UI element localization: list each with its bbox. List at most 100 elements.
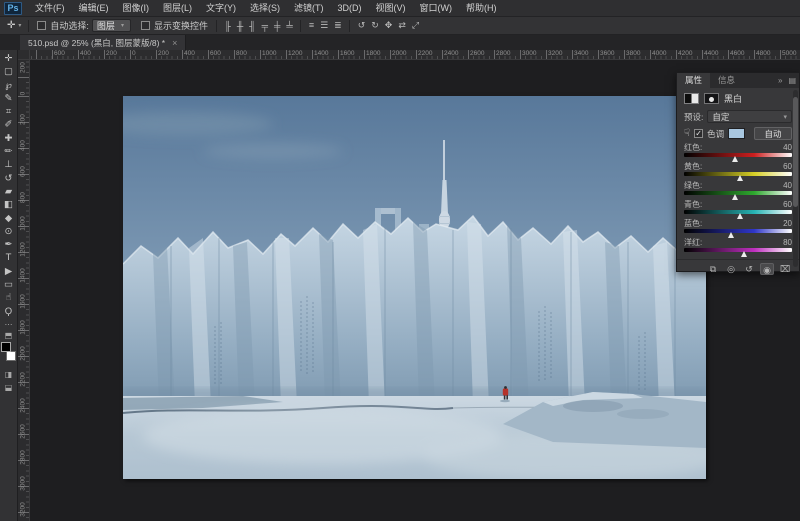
targeted-adjustment-icon[interactable]: ☟ [684, 128, 690, 139]
lasso-tool[interactable]: ℘ [1, 79, 17, 92]
3d-slide-icon[interactable]: ⇄ [396, 20, 409, 31]
ruler-label: 3200 [19, 502, 27, 517]
slider-label: 青色: [684, 200, 703, 209]
panel-tab-bar: 属性 信息 » ▤ [677, 73, 799, 88]
align-vertical-centers-icon[interactable]: ╪ [272, 21, 283, 31]
background-color-swatch[interactable] [5, 350, 16, 361]
slider-track[interactable] [684, 190, 792, 200]
show-transform-checkbox[interactable] [140, 21, 150, 30]
edit-toolbar-icon[interactable]: ⋯ [1, 318, 17, 329]
menu-item-2[interactable]: 图像(I) [116, 0, 157, 17]
3d-rotate-icon[interactable]: ↺ [355, 20, 368, 31]
slider-2: 绿色: 40 [684, 181, 792, 200]
divider [215, 19, 217, 32]
slider-label: 绿色: [684, 181, 703, 190]
tab-properties[interactable]: 属性 [677, 73, 711, 88]
preset-dropdown[interactable]: 自定 ▾ [707, 110, 792, 123]
tool-preset-caret-icon[interactable]: ▾ [18, 22, 21, 29]
marquee-tool[interactable]: ▢ [1, 65, 17, 78]
align-horizontal-centers-icon[interactable]: ╫ [234, 21, 245, 31]
color-swatches[interactable] [0, 341, 17, 364]
document-canvas[interactable] [123, 96, 706, 479]
pen-tool[interactable]: ✒ [1, 238, 17, 251]
preset-value: 自定 [712, 111, 730, 122]
tint-label: 色调 [707, 128, 725, 139]
menu-item-9[interactable]: 窗口(W) [413, 0, 460, 17]
3d-drag-icon[interactable]: ✥ [382, 20, 395, 31]
panel-menu-icon[interactable]: ▤ [785, 73, 799, 88]
menu-item-8[interactable]: 视图(V) [369, 0, 413, 17]
scrollbar-thumb[interactable] [793, 97, 798, 207]
menu-item-5[interactable]: 选择(S) [243, 0, 287, 17]
distribute-bottom-icon[interactable]: ≣ [332, 20, 345, 31]
dodge-tool[interactable]: ⊙ [1, 225, 17, 238]
slider-handle[interactable] [732, 156, 739, 162]
menu-item-1[interactable]: 编辑(E) [72, 0, 116, 17]
crop-tool[interactable]: ⌗ [1, 105, 17, 118]
tab-info[interactable]: 信息 [710, 73, 743, 88]
menu-item-10[interactable]: 帮助(H) [459, 0, 504, 17]
slider-handle[interactable] [740, 251, 747, 257]
tint-checkbox[interactable]: ✓ [694, 129, 704, 138]
view-previous-state-icon[interactable]: ◎ [724, 263, 738, 275]
tint-color-swatch[interactable] [728, 128, 746, 139]
swap-colors-icon[interactable]: ⬒ [1, 329, 17, 340]
align-bottom-edges-icon[interactable]: ╧ [284, 21, 295, 31]
menu-item-3[interactable]: 图层(L) [156, 0, 199, 17]
quick-mask-icon[interactable]: ◨ [1, 368, 17, 379]
slider-handle[interactable] [736, 175, 743, 181]
align-top-edges-icon[interactable]: ╤ [259, 21, 270, 31]
eraser-tool[interactable]: ▰ [1, 185, 17, 198]
visibility-eye-icon[interactable]: ◉ [760, 263, 774, 275]
gradient-tool[interactable]: ◧ [1, 198, 17, 211]
collapse-panel-icon[interactable]: » [775, 73, 785, 88]
auto-select-target-dropdown[interactable]: 图层 ▾ [91, 19, 131, 32]
align-right-edges-icon[interactable]: ╢ [247, 21, 258, 31]
distribute-center-icon[interactable]: ☰ [318, 20, 331, 31]
3d-scale-icon[interactable]: ⤢ [409, 20, 421, 31]
menu-item-4[interactable]: 文字(Y) [199, 0, 243, 17]
hand-tool[interactable]: ☝ [1, 291, 17, 304]
clone-stamp-tool[interactable]: ⊥ [1, 158, 17, 171]
adjustment-header: 黑白 [677, 88, 799, 107]
quick-selection-tool[interactable]: ✎ [1, 92, 17, 105]
distribute-top-icon[interactable]: ≡ [306, 20, 316, 31]
zoom-tool[interactable]: Ϙ [1, 305, 17, 318]
panel-scrollbar[interactable] [793, 90, 798, 267]
screen-mode-icon[interactable]: ⬓ [1, 381, 17, 392]
shape-tool[interactable]: ▭ [1, 278, 17, 291]
menu-item-0[interactable]: 文件(F) [28, 0, 72, 17]
delete-adjustment-icon[interactable]: ⌧ [778, 263, 792, 275]
reset-adjustment-icon[interactable]: ↺ [742, 263, 756, 275]
menu-item-7[interactable]: 3D(D) [331, 0, 369, 17]
slider-track[interactable] [684, 209, 792, 219]
align-left-edges-icon[interactable]: ╟ [222, 21, 233, 31]
slider-track[interactable] [684, 152, 792, 162]
clip-to-layer-icon[interactable]: ⧉ [706, 263, 720, 275]
ruler-label: 3000 [522, 50, 537, 57]
close-tab-icon[interactable]: × [172, 38, 177, 48]
blur-tool[interactable]: ◆ [1, 212, 17, 225]
auto-button[interactable]: 自动 [754, 127, 792, 140]
ruler-label: 2000 [19, 346, 27, 361]
slider-handle[interactable] [736, 213, 743, 219]
ruler-label: 3200 [548, 50, 563, 57]
adjustment-title: 黑白 [724, 94, 743, 104]
type-tool[interactable]: T [1, 251, 17, 264]
brush-tool[interactable]: ✏ [1, 145, 17, 158]
slider-handle[interactable] [732, 194, 739, 200]
slider-track[interactable] [684, 247, 792, 257]
3d-roll-icon[interactable]: ↻ [369, 20, 382, 31]
slider-track[interactable] [684, 171, 792, 181]
slider-handle[interactable] [728, 232, 735, 238]
healing-brush-tool[interactable]: ✚ [1, 132, 17, 145]
history-brush-tool[interactable]: ↺ [1, 172, 17, 185]
document-tab[interactable]: 510.psd @ 25% (黑白, 图层蒙版/8) * × [20, 35, 187, 50]
auto-select-checkbox[interactable] [37, 21, 47, 30]
foreground-color-swatch[interactable] [0, 341, 11, 352]
menu-item-6[interactable]: 滤镜(T) [287, 0, 331, 17]
slider-track[interactable] [684, 228, 792, 238]
path-selection-tool[interactable]: ▶ [1, 265, 17, 278]
eyedropper-tool[interactable]: ✐ [1, 118, 17, 131]
move-tool[interactable]: ✛ [1, 52, 17, 65]
